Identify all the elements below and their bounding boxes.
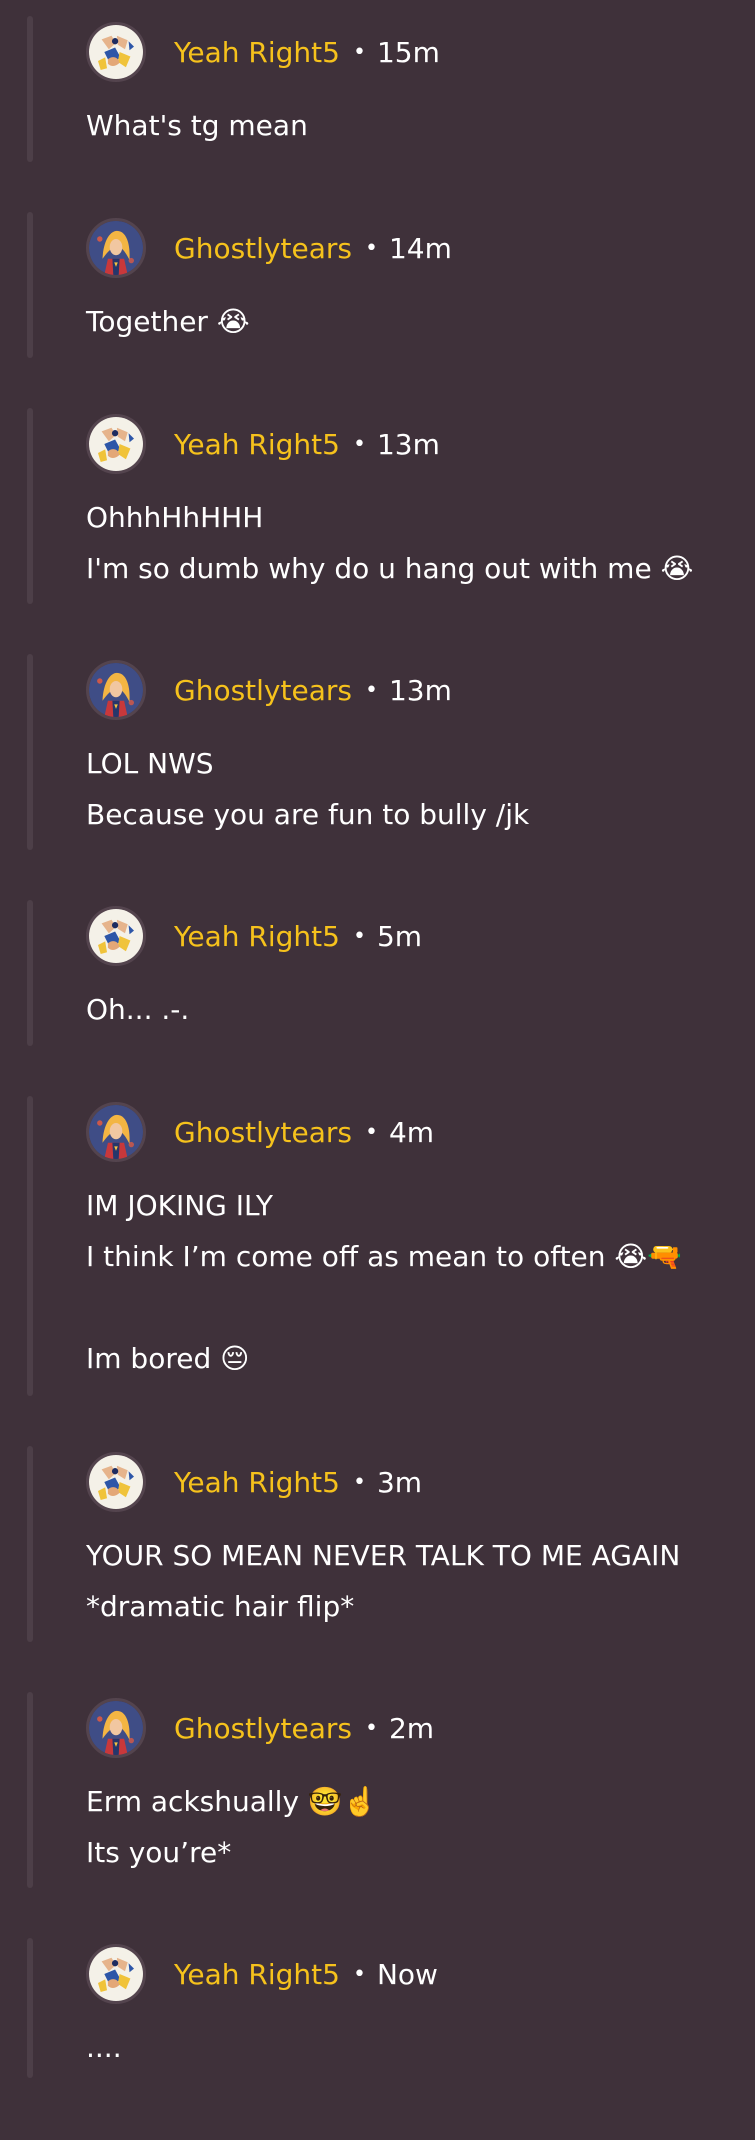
thread-rail[interactable]	[27, 1692, 33, 1888]
comment-text-line: What's tg mean	[86, 109, 308, 142]
comment-text-line: IM JOKING ILY	[86, 1189, 274, 1222]
comment-text-line: Its you’re*	[86, 1836, 232, 1869]
comment-body: IM JOKING ILY I think I’m come off as mea…	[86, 1180, 726, 1384]
author-name[interactable]: Ghostlytears	[174, 1116, 352, 1149]
author-name[interactable]: Yeah Right5	[174, 428, 340, 461]
thread-rail[interactable]	[27, 16, 33, 162]
comment: Ghostlytears • 4m IM JOKING ILY I think I’m …	[0, 1096, 755, 1410]
comment-text-line: YOUR SO MEAN NEVER TALK TO ME AGAIN	[86, 1539, 681, 1572]
meta-separator: •	[352, 39, 366, 65]
thread-rail[interactable]	[27, 1938, 33, 2078]
yeah-right5-avatar[interactable]	[86, 1452, 146, 1512]
comment-timestamp: 13m	[376, 427, 440, 461]
comment-body: YOUR SO MEAN NEVER TALK TO ME AGAIN *dram…	[86, 1530, 726, 1632]
author-name[interactable]: Ghostlytears	[174, 232, 352, 265]
author-name[interactable]: Yeah Right5	[174, 920, 340, 953]
comment-timestamp: 15m	[376, 35, 440, 69]
comment-text-line: Together 😭	[86, 305, 250, 338]
author-name[interactable]: Ghostlytears	[174, 674, 352, 707]
ghostlytears-avatar[interactable]	[86, 218, 146, 278]
comment-timestamp: 14m	[388, 231, 452, 265]
comment-timestamp: 13m	[388, 673, 452, 707]
comment-timestamp: 2m	[388, 1711, 435, 1745]
comment-header: Ghostlytears • 14m	[86, 218, 452, 278]
meta-separator: •	[352, 1961, 366, 1987]
comment-text-line: Erm ackshually 🤓☝️	[86, 1785, 378, 1818]
comment-text-line: I'm so dumb why do u hang out with me 😭	[86, 552, 694, 585]
meta-separator: •	[364, 677, 378, 703]
comment-header: Yeah Right5 • Now	[86, 1944, 438, 2004]
meta-separator: •	[364, 235, 378, 261]
comment-text-line: Because you are fun to bully /jk	[86, 798, 530, 831]
comment: Ghostlytears • 13m LOL NWS Because you are f…	[0, 654, 755, 864]
comment-text-line: *dramatic hair flip*	[86, 1590, 355, 1623]
comment-body: Erm ackshually 🤓☝️ Its you’re*	[86, 1776, 726, 1878]
comment-text-line: Im bored 😔	[86, 1342, 250, 1375]
comment-header: Ghostlytears • 13m	[86, 660, 452, 720]
comment-body: LOL NWS Because you are fun to bully /jk	[86, 738, 726, 840]
author-name[interactable]: Ghostlytears	[174, 1712, 352, 1745]
comment: Yeah Right5 • 13m OhhhHhHHH I'm so dumb why …	[0, 408, 755, 618]
comment-header: Yeah Right5 • 13m	[86, 414, 440, 474]
comment-timestamp: 5m	[376, 919, 423, 953]
comment-body: What's tg mean	[86, 100, 726, 151]
comment-body: Oh... .-.	[86, 984, 726, 1035]
thread-rail[interactable]	[27, 1096, 33, 1396]
comment-header: Yeah Right5 • 15m	[86, 22, 440, 82]
author-name[interactable]: Yeah Right5	[174, 36, 340, 69]
comment-timestamp: 3m	[376, 1465, 423, 1499]
comment-text-line	[86, 1282, 726, 1333]
comment: Yeah Right5 • 5m Oh... .-.	[0, 900, 755, 1060]
meta-separator: •	[352, 1469, 366, 1495]
meta-separator: •	[352, 923, 366, 949]
comment-thread: Yeah Right5 • 15m What's tg mean Ghostlytear…	[0, 0, 755, 2140]
comment: Yeah Right5 • 15m What's tg mean	[0, 16, 755, 176]
ghostlytears-avatar[interactable]	[86, 1698, 146, 1758]
yeah-right5-avatar[interactable]	[86, 22, 146, 82]
comment-text-line: ....	[86, 2031, 122, 2064]
comment-body: ....	[86, 2022, 726, 2073]
comment: Yeah Right5 • Now....	[0, 1938, 755, 2092]
comment-text-line: Oh... .-.	[86, 993, 190, 1026]
comment-timestamp: 4m	[388, 1115, 435, 1149]
comment-body: Together 😭	[86, 296, 726, 347]
meta-separator: •	[352, 431, 366, 457]
comment-text-line: LOL NWS	[86, 747, 214, 780]
comment-header: Ghostlytears • 4m	[86, 1102, 434, 1162]
comment-text-line: I think I’m come off as mean to often 😭🔫	[86, 1240, 682, 1273]
author-name[interactable]: Yeah Right5	[174, 1466, 340, 1499]
author-name[interactable]: Yeah Right5	[174, 1958, 340, 1991]
thread-rail[interactable]	[27, 408, 33, 604]
thread-rail[interactable]	[27, 1446, 33, 1642]
ghostlytears-avatar[interactable]	[86, 660, 146, 720]
thread-rail[interactable]	[27, 212, 33, 358]
comment-header: Yeah Right5 • 3m	[86, 1452, 422, 1512]
comment-text-line: OhhhHhHHH	[86, 501, 264, 534]
meta-separator: •	[364, 1119, 378, 1145]
yeah-right5-avatar[interactable]	[86, 1944, 146, 2004]
comment-timestamp: Now	[376, 1957, 438, 1991]
comment: Ghostlytears • 14m Together 😭	[0, 212, 755, 372]
yeah-right5-avatar[interactable]	[86, 414, 146, 474]
comment-header: Yeah Right5 • 5m	[86, 906, 422, 966]
comment-body: OhhhHhHHH I'm so dumb why do u hang out w…	[86, 492, 726, 594]
thread-rail[interactable]	[27, 900, 33, 1046]
comment-header: Ghostlytears • 2m	[86, 1698, 434, 1758]
meta-separator: •	[364, 1715, 378, 1741]
ghostlytears-avatar[interactable]	[86, 1102, 146, 1162]
thread-rail[interactable]	[27, 654, 33, 850]
yeah-right5-avatar[interactable]	[86, 906, 146, 966]
comment: Yeah Right5 • 3m YOUR SO MEAN NEVER TALK TO…	[0, 1446, 755, 1656]
comment: Ghostlytears • 2m Erm ackshually 🤓☝️ Its you…	[0, 1692, 755, 1902]
